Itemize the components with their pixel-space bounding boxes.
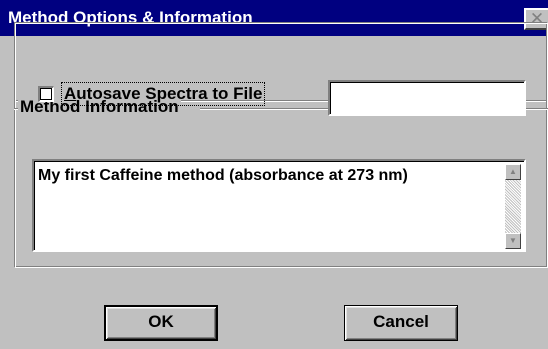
autosave-label-accelerator: A <box>64 84 77 103</box>
scroll-down-arrow-icon[interactable]: ▼ <box>505 233 521 249</box>
ok-button[interactable]: OK <box>104 305 218 341</box>
autosave-label[interactable]: Autosave Spectra to File <box>61 82 266 106</box>
autosave-filename-input[interactable] <box>328 80 526 116</box>
autosave-checkbox[interactable] <box>38 86 54 102</box>
method-information-text: My first Caffeine method (absorbance at … <box>38 167 408 184</box>
method-information-textarea[interactable]: My first Caffeine method (absorbance at … <box>32 159 526 252</box>
vertical-scrollbar[interactable]: ▲ ▼ <box>505 164 521 249</box>
cancel-button[interactable]: Cancel <box>344 305 458 341</box>
scroll-up-arrow-icon[interactable]: ▲ <box>505 164 521 180</box>
autosave-label-text: utosave Spectra to File <box>76 84 263 103</box>
